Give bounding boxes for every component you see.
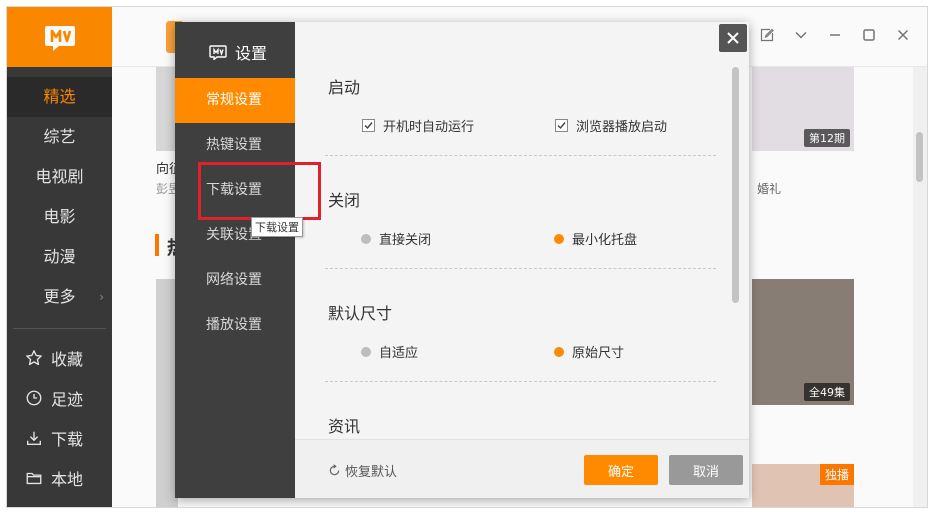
autostart-checkbox-row[interactable]: 开机时自动运行	[362, 116, 474, 135]
settings-sidebar: 设置 常规设置 热键设置 下载设置 关联设置 网络设置 播放设置	[175, 22, 295, 498]
settings-title-text: 设置	[235, 44, 268, 63]
section-title-news: 资讯	[328, 417, 361, 436]
menu-playback-settings[interactable]: 播放设置	[175, 303, 295, 348]
confirm-button[interactable]: 确定	[584, 455, 658, 485]
browser-launch-checkbox[interactable]	[555, 119, 568, 132]
section-title-default-size: 默认尺寸	[328, 304, 393, 323]
minimize-tray-label: 最小化托盘	[572, 233, 638, 248]
tooltip: 下载设置	[251, 217, 303, 237]
autostart-label: 开机时自动运行	[383, 120, 475, 135]
original-size-radio-row[interactable]: 原始尺寸	[554, 342, 624, 361]
menu-general-settings[interactable]: 常规设置	[175, 78, 295, 123]
settings-footer: 恢复默认 确定 取消	[295, 439, 749, 498]
settings-dialog: 设置 常规设置 热键设置 下载设置 关联设置 网络设置 播放设置 启动 开机时自…	[175, 22, 749, 498]
section-title-startup: 启动	[328, 78, 361, 97]
browser-launch-checkbox-row[interactable]: 浏览器播放启动	[555, 116, 667, 135]
menu-network-settings[interactable]: 网络设置	[175, 258, 295, 303]
minimize-tray-radio-row[interactable]: 最小化托盘	[554, 229, 637, 248]
auto-fit-radio-row[interactable]: 自适应	[361, 342, 418, 361]
app-window: 精选 综艺 电视剧 电影 动漫 更多 › 收藏 足迹 下载 本地 向征 彭昱 第…	[6, 6, 928, 508]
browser-launch-label: 浏览器播放启动	[576, 120, 668, 135]
settings-title: 设置	[209, 42, 268, 63]
section-divider	[325, 268, 716, 269]
section-divider	[325, 155, 716, 156]
auto-fit-label: 自适应	[379, 346, 419, 361]
auto-fit-radio[interactable]	[361, 346, 371, 357]
minimize-tray-radio[interactable]	[554, 233, 564, 244]
checkmark-icon	[557, 122, 566, 130]
original-size-radio[interactable]	[554, 346, 564, 357]
section-divider	[325, 381, 716, 382]
close-direct-label: 直接关闭	[379, 233, 432, 248]
close-direct-radio-row[interactable]: 直接关闭	[361, 229, 431, 248]
section-title-close: 关闭	[328, 191, 361, 210]
autostart-checkbox[interactable]	[362, 119, 375, 132]
refresh-icon	[329, 464, 340, 476]
close-dialog-button[interactable]	[719, 24, 747, 52]
settings-scrollbar[interactable]	[732, 67, 739, 303]
cancel-button[interactable]: 取消	[669, 455, 743, 485]
restore-defaults-button[interactable]: 恢复默认	[328, 461, 397, 480]
checkmark-icon	[364, 122, 373, 130]
restore-defaults-label: 恢复默认	[345, 465, 398, 480]
mango-logo-icon	[209, 45, 227, 60]
annotation-highlight-box	[198, 162, 321, 220]
close-direct-radio[interactable]	[361, 233, 371, 244]
settings-content: 启动 开机时自动运行 浏览器播放启动 关闭 直接关闭 最小化托盘 默认尺寸 自适…	[295, 22, 749, 439]
close-icon	[727, 32, 739, 44]
original-size-label: 原始尺寸	[572, 346, 625, 361]
